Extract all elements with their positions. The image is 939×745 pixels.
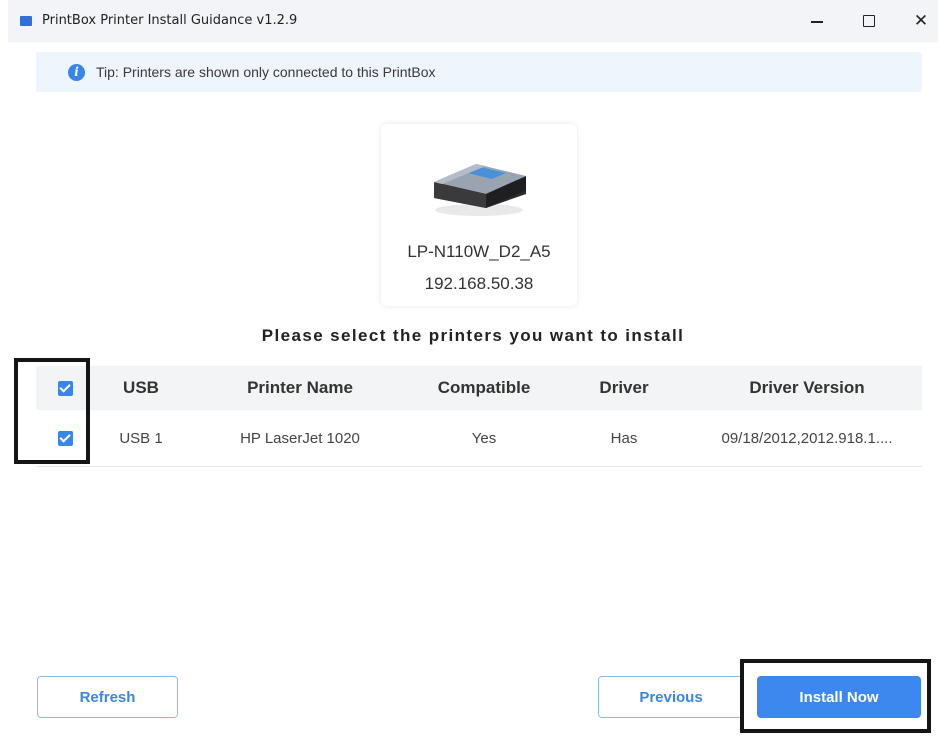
close-button[interactable]: ✕ — [906, 8, 936, 34]
app-icon — [20, 16, 32, 26]
cell-usb: USB 1 — [119, 429, 163, 447]
previous-button[interactable]: Previous — [598, 676, 744, 718]
close-icon: ✕ — [913, 10, 929, 31]
printer-table: USB Printer Name Compatible Driver Drive… — [36, 366, 922, 467]
instruction-heading: Please select the printers you want to i… — [261, 326, 685, 345]
device-card: LP-N110W_D2_A5 192.168.50.38 — [381, 124, 577, 306]
cell-driver-version: 09/18/2012,2012.918.1.... — [721, 429, 893, 447]
header-compatible[interactable]: Compatible — [412, 366, 556, 410]
install-guidance-window: PrintBox Printer Install Guidance v1.2.9… — [8, 0, 938, 745]
header-driver[interactable]: Driver — [556, 366, 692, 410]
info-icon: i — [68, 64, 85, 81]
window-title: PrintBox Printer Install Guidance v1.2.9 — [42, 13, 298, 28]
cell-driver: Has — [610, 429, 638, 447]
minimize-icon — [811, 21, 823, 23]
refresh-button[interactable]: Refresh — [37, 676, 178, 718]
header-usb[interactable]: USB — [94, 366, 188, 410]
maximize-icon — [863, 15, 875, 27]
row-checkbox[interactable] — [57, 430, 73, 446]
table-header: USB Printer Name Compatible Driver Drive… — [36, 366, 922, 410]
header-printer-name[interactable]: Printer Name — [188, 366, 412, 410]
minimize-button[interactable] — [802, 8, 832, 34]
header-driver-version[interactable]: Driver Version — [692, 366, 922, 410]
select-all-checkbox[interactable] — [57, 380, 73, 396]
maximize-button[interactable] — [854, 8, 884, 34]
tip-text: Tip: Printers are shown only connected t… — [96, 64, 436, 80]
device-name: LP-N110W_D2_A5 — [407, 242, 551, 261]
tip-banner: i Tip: Printers are shown only connected… — [36, 52, 922, 92]
cell-compatible: Yes — [471, 429, 497, 447]
install-now-button[interactable]: Install Now — [757, 676, 921, 718]
printbox-device-icon — [434, 164, 526, 216]
select-all-cell — [36, 366, 94, 410]
device-ip: 192.168.50.38 — [424, 274, 534, 293]
row-check-cell — [36, 410, 94, 466]
table-row[interactable]: USB 1 HP LaserJet 1020 Yes Has 09/18/201… — [36, 410, 922, 467]
title-bar[interactable]: PrintBox Printer Install Guidance v1.2.9… — [8, 0, 938, 42]
cell-printer-name: HP LaserJet 1020 — [240, 429, 360, 447]
